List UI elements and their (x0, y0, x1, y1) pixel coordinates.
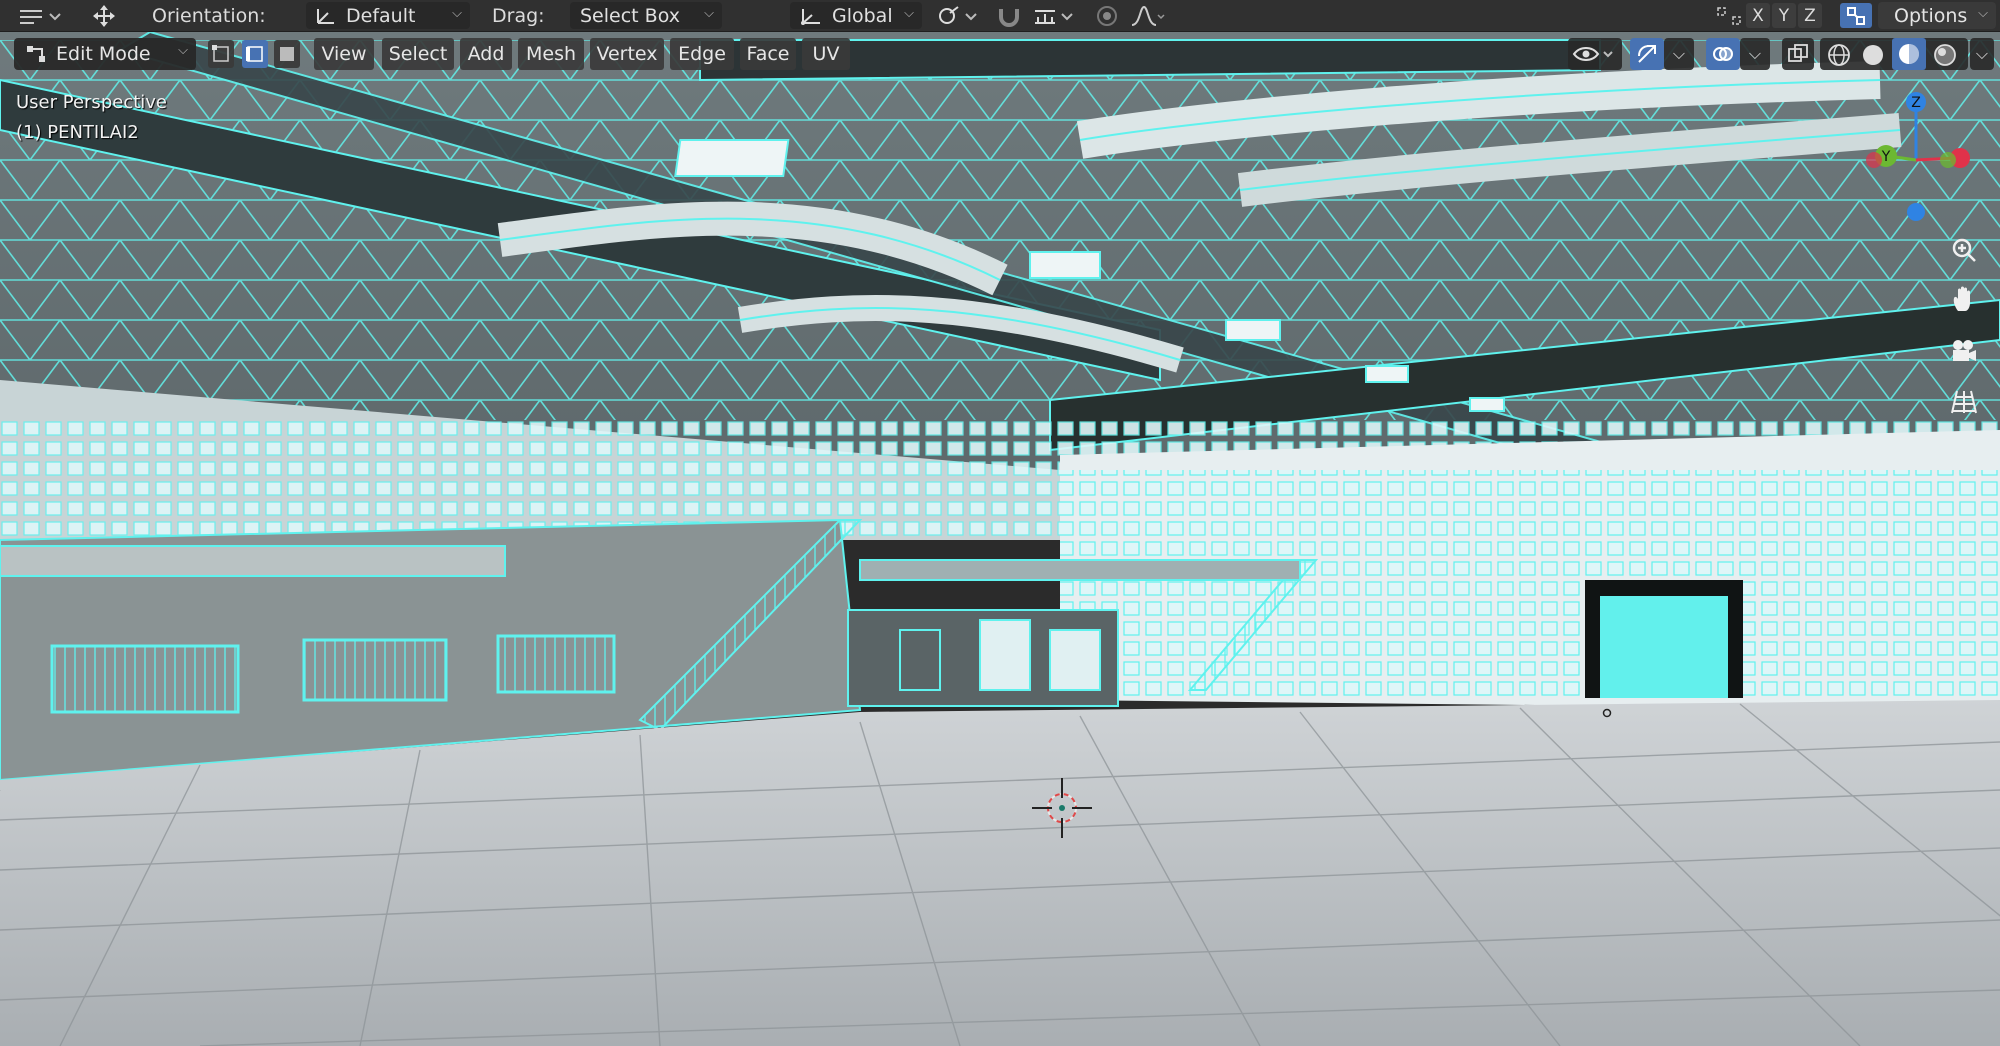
menu-uv[interactable]: UV (802, 38, 850, 70)
menu-edge[interactable]: Edge (670, 38, 734, 70)
magnet-icon[interactable] (994, 3, 1024, 28)
orientation-icon (314, 5, 338, 32)
auto-merge-toggle[interactable] (1840, 3, 1872, 28)
global-orientation-icon (798, 5, 824, 32)
chevron-down-icon: ⌵ (904, 6, 914, 21)
edge-select-icon (246, 46, 263, 62)
chevron-down-icon: ⌵ (1672, 44, 1686, 63)
navigation-gizmo[interactable]: Z Y (1856, 88, 2000, 238)
gizmo-options-dropdown[interactable]: ⌵ (1664, 38, 1694, 70)
chevron-down-icon: ⌵ (452, 6, 462, 21)
gizmo-neg-y-axis[interactable] (1940, 152, 1956, 168)
overlays-icon (1713, 47, 1733, 61)
chevron-down-icon: ⌵ (1975, 44, 1989, 63)
menu-select[interactable]: Select (382, 38, 454, 70)
transform-orientation-value: Global (832, 4, 893, 27)
menu-vertex[interactable]: Vertex (590, 38, 664, 70)
mirror-icon[interactable] (1712, 3, 1746, 28)
drag-value: Select Box (580, 4, 680, 27)
menu-view[interactable]: View (314, 38, 374, 70)
proportional-icon[interactable] (1092, 3, 1122, 28)
face-select-icon (280, 47, 294, 61)
pivot-icon[interactable] (934, 3, 982, 28)
edit-mode-icon (24, 43, 48, 70)
drag-label: Drag: (492, 4, 545, 27)
snap-target-icon[interactable] (1030, 3, 1078, 28)
chevron-down-icon: ⌵ (1978, 6, 1988, 21)
view-name: User Perspective (16, 92, 167, 113)
overlays-toggle[interactable] (1706, 38, 1740, 70)
overlays-options-dropdown[interactable]: ⌵ (1740, 38, 1770, 70)
vertex-select-button[interactable] (208, 40, 234, 68)
eye-icon (1572, 47, 1613, 61)
move-icon[interactable] (82, 3, 126, 28)
chevron-down-icon: ⌵ (1748, 44, 1762, 63)
gizmo-y-label: Y (1881, 149, 1891, 165)
orientation-dropdown[interactable]: Default ⌵ (306, 2, 470, 29)
mirror-x-button[interactable]: X (1746, 3, 1770, 28)
chevron-down-icon: ⌵ (704, 6, 714, 21)
grid-icon[interactable] (1946, 384, 1982, 420)
gizmo-neg-z-axis[interactable] (1907, 203, 1925, 221)
tool-icon[interactable] (16, 3, 64, 28)
shading-options-dropdown[interactable]: ⌵ (1970, 38, 1994, 70)
solid-shading-button[interactable] (1860, 42, 1886, 72)
menu-add[interactable]: Add (460, 38, 512, 70)
edge-select-button[interactable] (242, 40, 268, 68)
hand-icon[interactable] (1946, 282, 1982, 318)
falloff-icon[interactable] (1128, 3, 1168, 28)
options-dropdown[interactable]: Options ⌵ (1878, 2, 1996, 29)
auto-merge-icon (1847, 6, 1865, 25)
chevron-down-icon: ⌵ (178, 43, 188, 58)
mirror-y-button[interactable]: Y (1772, 3, 1796, 28)
vertex-select-icon (212, 45, 229, 62)
xray-toggle[interactable] (1782, 38, 1814, 70)
gizmo-icon (1638, 45, 1656, 63)
xray-icon (1788, 44, 1808, 62)
mode-dropdown[interactable]: Edit Mode ⌵ (14, 38, 196, 70)
scene-render (0, 32, 2000, 1046)
rendered-shading-button[interactable] (1932, 42, 1958, 72)
gizmo-neg-x-axis[interactable] (1866, 152, 1882, 168)
solid-shading-icon (1863, 45, 1883, 65)
gizmo-z-label: Z (1911, 95, 1921, 111)
mode-label: Edit Mode (56, 43, 151, 65)
zoom-icon[interactable] (1946, 232, 1982, 268)
visibility-dropdown[interactable] (1568, 38, 1622, 70)
material-shading-button[interactable] (1892, 38, 1926, 70)
transform-orientation-dropdown[interactable]: Global ⌵ (790, 2, 922, 29)
wireframe-shading-button[interactable] (1826, 42, 1852, 72)
orientation-label: Orientation: (152, 4, 266, 27)
camera-icon[interactable] (1946, 334, 1982, 370)
face-select-button[interactable] (274, 40, 300, 68)
rendered-shading-icon (1934, 44, 1956, 66)
menu-face[interactable]: Face (740, 38, 796, 70)
orientation-value: Default (346, 4, 416, 27)
drag-dropdown[interactable]: Select Box ⌵ (570, 2, 722, 29)
shading-group (1820, 38, 1968, 70)
wireframe-shading-icon (1828, 44, 1850, 66)
gizmo-toggle[interactable] (1630, 38, 1664, 70)
material-shading-icon (1899, 44, 1919, 64)
object-name: (1) PENTILAI2 (16, 122, 139, 143)
3d-viewport[interactable]: User Perspective (1) PENTILAI2 (0, 32, 2000, 1046)
options-label: Options (1894, 4, 1968, 27)
mirror-z-button[interactable]: Z (1798, 3, 1822, 28)
tool-settings-bar: Orientation: Default ⌵ Drag: Select Box … (0, 0, 2000, 32)
menu-mesh[interactable]: Mesh (518, 38, 584, 70)
